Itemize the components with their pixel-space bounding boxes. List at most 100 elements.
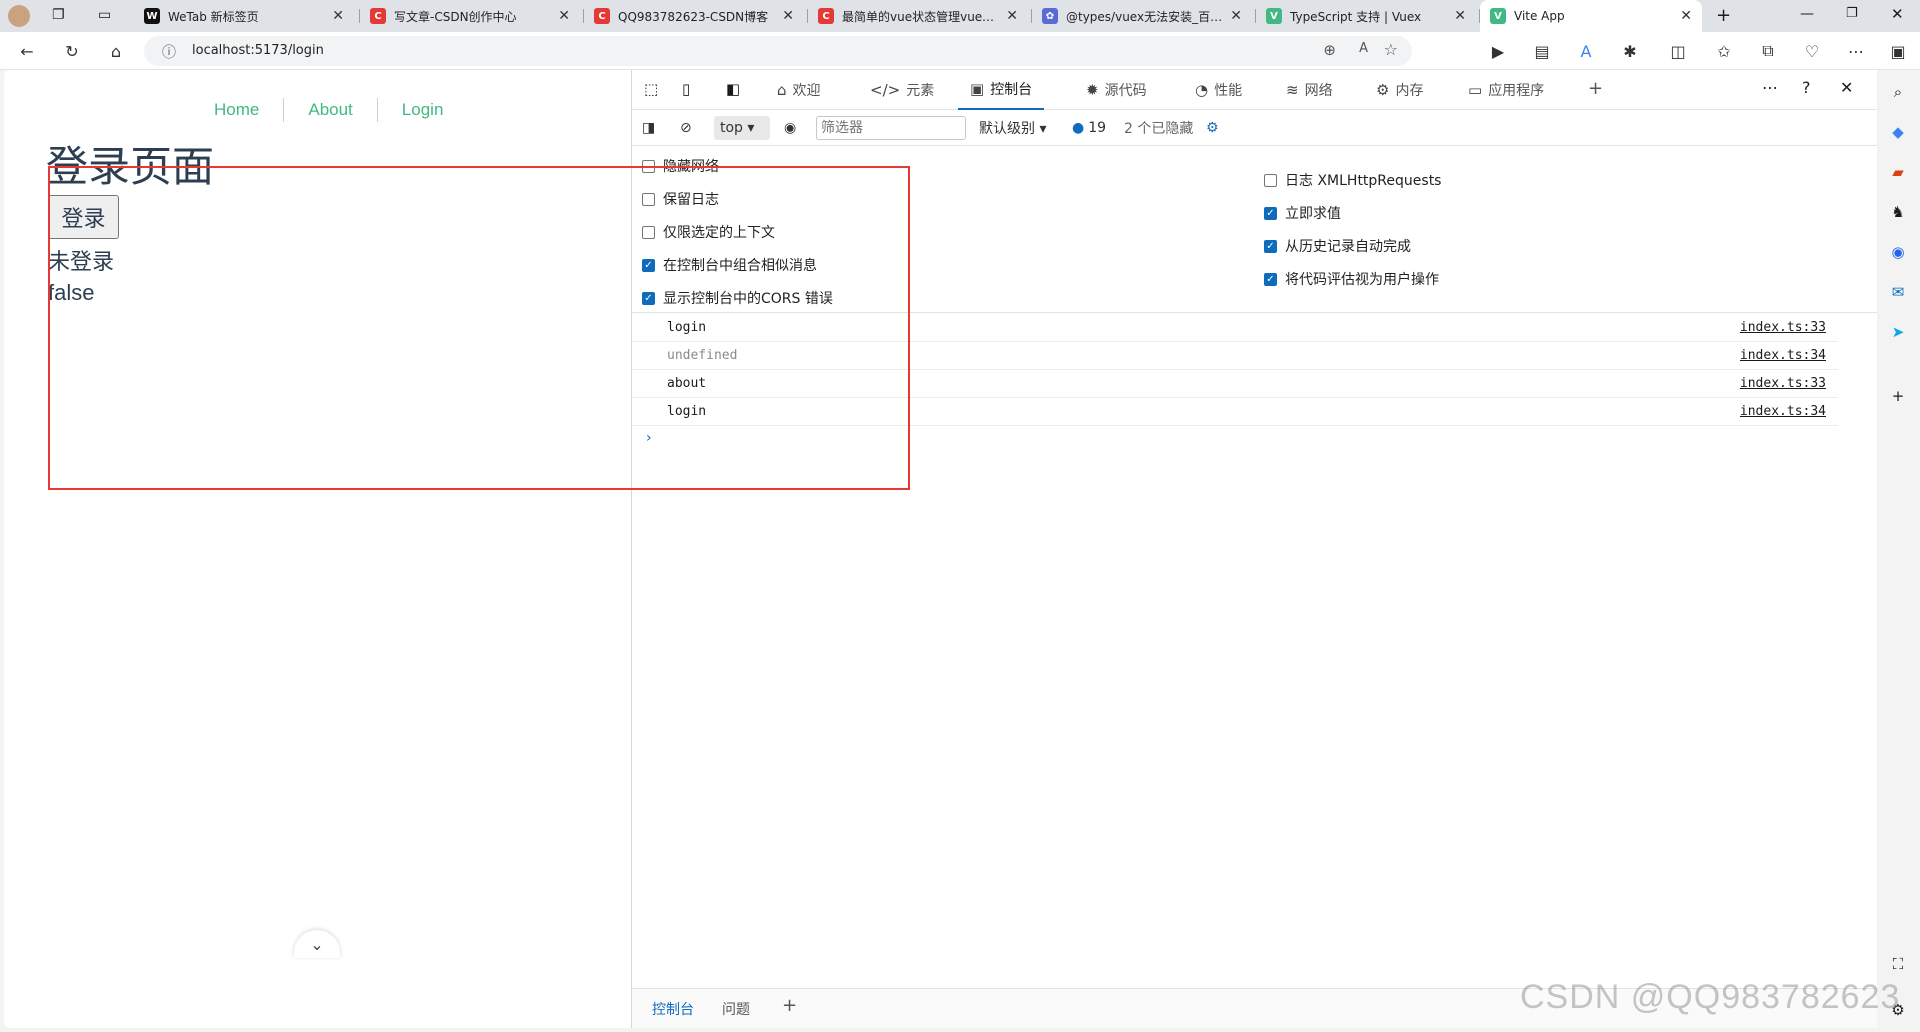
browser-tab[interactable]: W WeTab 新标签页 ✕ <box>134 0 354 32</box>
help-icon[interactable]: ? <box>1802 78 1811 97</box>
app-nav: Home About Login <box>190 98 468 122</box>
dock-side-icon[interactable]: ◧ <box>726 80 740 98</box>
devtools-tab-network[interactable]: ≋ 网络 <box>1286 70 1333 110</box>
setting-label: 将代码评估视为用户操作 <box>1285 272 1439 288</box>
watermark: CSDN @QQ983782623 <box>1520 978 1901 1016</box>
log-source-link[interactable]: index.ts:33 <box>1740 320 1826 335</box>
log-source-link[interactable]: index.ts:34 <box>1740 404 1826 419</box>
console-setting-checkbox[interactable]: ✓ 从历史记录自动完成 <box>1264 236 1411 256</box>
drawer-add-icon[interactable]: + <box>782 995 797 1016</box>
extensions-puzzle-icon[interactable]: ✱ <box>1620 41 1640 61</box>
restore-icon[interactable]: ❐ <box>1846 6 1858 21</box>
browser-tab[interactable]: V TypeScript 支持 | Vuex ✕ <box>1256 0 1476 32</box>
browser-tab[interactable]: C 写文章-CSDN创作中心 ✕ <box>360 0 580 32</box>
tab-close-icon[interactable]: ✕ <box>1230 8 1242 24</box>
tools-icon[interactable]: ▰ <box>1888 162 1908 182</box>
info-icon[interactable]: ⓘ <box>162 42 176 62</box>
clear-console-icon[interactable]: ⊘ <box>680 118 692 138</box>
context-select[interactable]: top ▾ <box>714 116 770 140</box>
devtools-tab-welcome[interactable]: ⌂ 欢迎 <box>777 70 821 110</box>
devtools-tab-sources[interactable]: ✹ 源代码 <box>1086 70 1147 110</box>
split-screen-icon[interactable]: ◫ <box>1668 41 1688 61</box>
drawer-tab-console[interactable]: 控制台 <box>652 999 694 1019</box>
devtools-tab-console[interactable]: ▣ 控制台 <box>958 70 1045 110</box>
sidebar-toggle-icon[interactable]: ▣ <box>1888 41 1908 61</box>
add-sidebar-icon[interactable]: + <box>1888 386 1908 406</box>
devtools-tab-elements[interactable]: </> 元素 <box>870 70 934 110</box>
extension-icon[interactable]: ▤ <box>1532 41 1552 61</box>
address-bar[interactable]: ⓘ localhost:5173/login ⊕ A ☆ <box>144 36 1412 66</box>
checkbox-checked-icon[interactable]: ✓ <box>1264 206 1277 220</box>
home-icon[interactable]: ⌂ <box>106 41 126 61</box>
checkbox-checked-icon[interactable]: ✓ <box>1264 239 1277 253</box>
search-icon[interactable]: ⌕ <box>1888 82 1908 102</box>
console-setting-checkbox[interactable]: ✓ 将代码评估视为用户操作 <box>1264 269 1439 289</box>
nav-link-home[interactable]: Home <box>190 100 283 122</box>
tab-close-icon[interactable]: ✕ <box>1680 8 1692 24</box>
read-aloud-icon[interactable]: A <box>1359 41 1368 56</box>
devtools-tab-memory[interactable]: ⚙ 内存 <box>1376 70 1423 110</box>
message-count[interactable]: ● 19 <box>1072 118 1106 138</box>
log-level-select[interactable]: 默认级别 ▾ <box>979 118 1046 138</box>
more-menu-icon[interactable]: ⋯ <box>1846 41 1866 61</box>
tab-separator <box>1255 9 1256 23</box>
tab-close-icon[interactable]: ✕ <box>558 8 570 24</box>
devtools-tab-application[interactable]: ▭ 应用程序 <box>1468 70 1544 110</box>
nav-link-login[interactable]: Login <box>378 100 468 122</box>
minimize-icon[interactable]: — <box>1800 6 1814 22</box>
devtools-tab-performance[interactable]: ◔ 性能 <box>1195 70 1242 110</box>
console-setting-checkbox[interactable]: 日志 XMLHttpRequests <box>1264 170 1441 190</box>
tab-close-icon[interactable]: ✕ <box>1454 8 1466 24</box>
games-icon[interactable]: ♞ <box>1888 202 1908 222</box>
log-source-link[interactable]: index.ts:33 <box>1740 376 1826 391</box>
browser-tab[interactable]: C 最简单的vue状态管理vuex示例 ✕ <box>808 0 1028 32</box>
collections-icon[interactable]: ⧉ <box>1758 41 1778 61</box>
outlook-icon[interactable]: ✉ <box>1888 282 1908 302</box>
drop-icon[interactable]: ➤ <box>1888 322 1908 342</box>
console-setting-checkbox[interactable]: ✓ 立即求值 <box>1264 203 1341 223</box>
favorites-icon[interactable]: ✩ <box>1714 41 1734 61</box>
play-icon[interactable]: ▶ <box>1488 41 1508 61</box>
more-tools-icon[interactable]: ⋯ <box>1762 78 1778 97</box>
microsoft-365-icon[interactable]: ◉ <box>1888 242 1908 262</box>
tab-favicon-icon: ✿ <box>1042 8 1058 24</box>
performance-icon[interactable]: ♡ <box>1802 41 1822 61</box>
url-text[interactable]: localhost:5173/login <box>192 43 324 58</box>
browser-tab[interactable]: C QQ983782623-CSDN博客 ✕ <box>584 0 804 32</box>
add-tool-icon[interactable]: + <box>1588 78 1603 99</box>
close-window-icon[interactable]: ✕ <box>1891 5 1904 23</box>
screenshot-icon[interactable]: ⛶ <box>1888 954 1908 974</box>
sidebar-toggle-icon[interactable]: ◨ <box>642 118 655 138</box>
console-settings-icon[interactable]: ⚙ <box>1206 118 1219 138</box>
tab-favicon-icon: C <box>594 8 610 24</box>
profile-avatar[interactable] <box>8 5 30 27</box>
close-devtools-icon[interactable]: ✕ <box>1840 78 1853 97</box>
workspaces-icon[interactable]: ❐ <box>52 7 65 23</box>
zoom-icon[interactable]: ⊕ <box>1323 41 1336 59</box>
inspect-element-icon[interactable]: ⬚ <box>644 80 658 98</box>
favorite-star-icon[interactable]: ☆ <box>1384 40 1398 59</box>
gear-icon: ⚙ <box>1376 81 1390 99</box>
drawer-tab-issues[interactable]: 问题 <box>722 999 750 1019</box>
translate-icon[interactable]: A <box>1576 41 1596 61</box>
checkbox-checked-icon[interactable]: ✓ <box>1264 272 1277 286</box>
refresh-icon[interactable]: ↻ <box>62 41 82 61</box>
browser-tab[interactable]: ✿ @types/vuex无法安装_百度搜索 ✕ <box>1032 0 1252 32</box>
console-filter-input[interactable] <box>816 116 966 140</box>
back-icon[interactable]: ← <box>17 41 37 61</box>
tab-close-icon[interactable]: ✕ <box>332 8 344 24</box>
new-tab-icon[interactable]: + <box>1716 5 1731 26</box>
tab-close-icon[interactable]: ✕ <box>1006 8 1018 24</box>
live-expression-eye-icon[interactable]: ◉ <box>784 118 796 138</box>
nav-link-about[interactable]: About <box>284 100 376 122</box>
browser-tab-bar: ❐ ▭ W WeTab 新标签页 ✕ C 写文章-CSDN创作中心 ✕ C QQ9837826… <box>0 0 1920 32</box>
vertical-tabs-icon[interactable]: ▭ <box>98 7 111 23</box>
log-source-link[interactable]: index.ts:34 <box>1740 348 1826 363</box>
tab-close-icon[interactable]: ✕ <box>782 8 794 24</box>
checkbox-unchecked-icon[interactable] <box>1264 173 1277 187</box>
tab-title: 写文章-CSDN创作中心 <box>394 9 517 24</box>
device-emulation-icon[interactable]: ▯ <box>682 80 690 98</box>
shopping-icon[interactable]: ◆ <box>1888 122 1908 142</box>
browser-tab[interactable]: V Vite App ✕ <box>1480 0 1702 32</box>
message-count-value: 19 <box>1088 120 1107 136</box>
